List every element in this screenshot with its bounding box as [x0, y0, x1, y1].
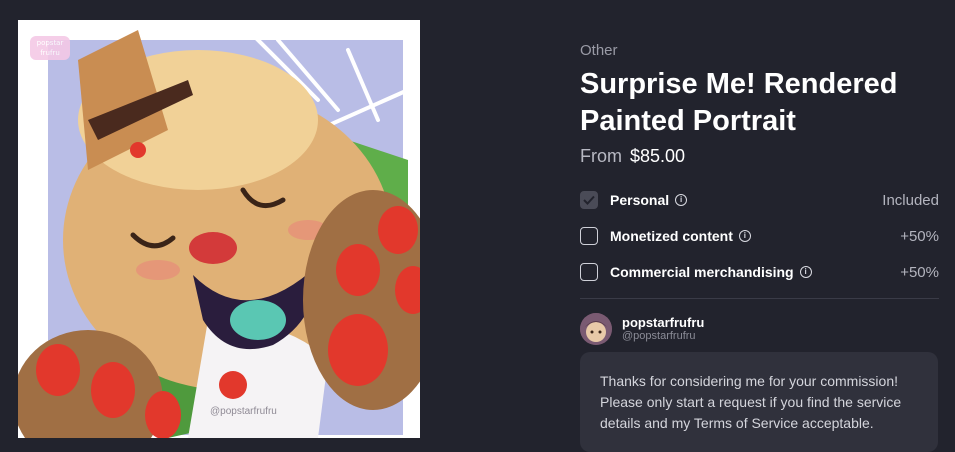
divider	[580, 298, 939, 299]
option-label: Commercial merchandising	[610, 264, 794, 280]
artwork-logo: popstar frufru	[30, 36, 70, 60]
option-label: Monetized content	[610, 228, 733, 244]
listing-title: Surprise Me! Rendered Painted Portrait	[580, 68, 898, 137]
artwork-illustration	[18, 20, 420, 438]
artist-name[interactable]: popstarfrufru	[622, 315, 704, 330]
option-monetized-content[interactable]: Monetized content i +50%	[580, 218, 939, 254]
info-icon[interactable]: i	[799, 266, 812, 278]
listing-panel: Other Surprise Me! Rendered Painted Port…	[580, 0, 940, 452]
price-value: $85.00	[630, 146, 686, 166]
license-options: Personal i Included Monetized content i …	[580, 182, 939, 290]
artist-text: popstarfrufru @popstarfrufru	[622, 315, 704, 343]
checkbox-personal[interactable]	[580, 191, 598, 209]
checkbox-commercial-merchandising[interactable]	[580, 263, 598, 281]
option-label: Personal	[610, 192, 670, 208]
info-icon[interactable]: i	[738, 230, 751, 242]
artist-info[interactable]: popstarfrufru @popstarfrufru	[580, 313, 704, 345]
listing-price: From $85.00	[580, 146, 685, 167]
artist-message: Thanks for considering me for your commi…	[580, 352, 938, 452]
option-price: Included	[882, 191, 939, 209]
avatar[interactable]	[580, 313, 612, 345]
artist-handle: @popstarfrufru	[622, 330, 696, 342]
option-personal[interactable]: Personal i Included	[580, 182, 939, 218]
checkbox-monetized-content[interactable]	[580, 227, 598, 245]
artwork-image[interactable]: popstar frufru @popstarfrufru	[18, 20, 420, 438]
artwork-watermark: @popstarfrufru	[210, 406, 277, 417]
option-price: +50%	[900, 227, 939, 245]
info-icon[interactable]: i	[675, 194, 688, 206]
price-prefix: From	[580, 146, 622, 166]
check-icon	[583, 195, 595, 205]
avatar-image	[580, 313, 612, 345]
option-price: +50%	[900, 263, 939, 281]
option-commercial-merchandising[interactable]: Commercial merchandising i +50%	[580, 254, 939, 290]
listing-category: Other	[580, 42, 618, 59]
